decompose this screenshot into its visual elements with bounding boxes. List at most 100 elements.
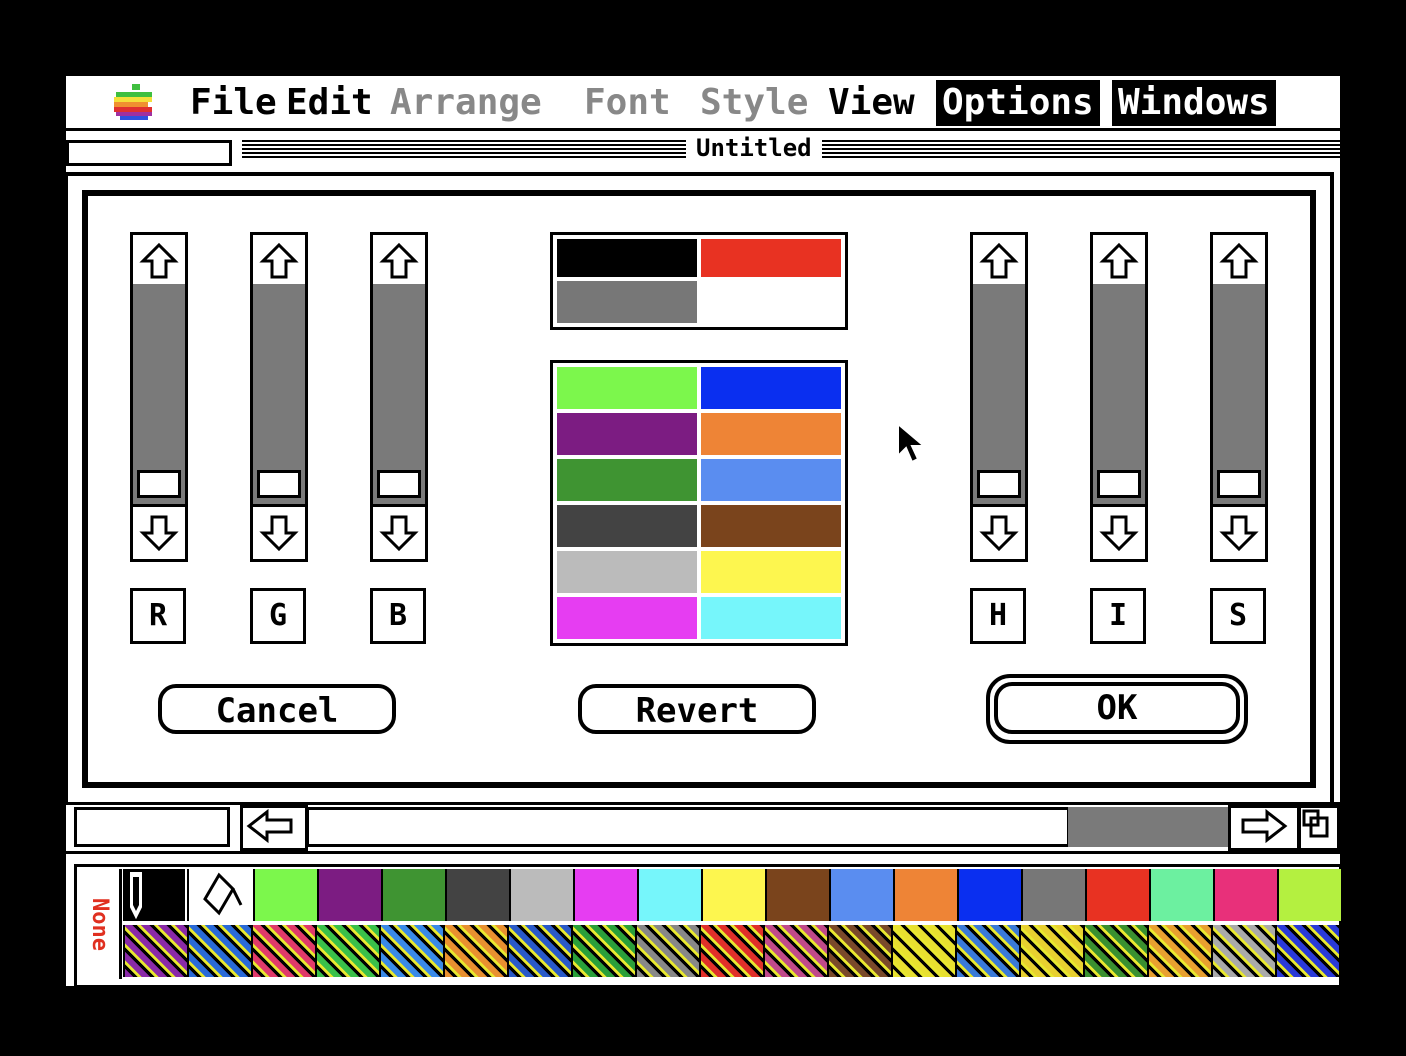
cancel-button[interactable]: Cancel bbox=[158, 684, 396, 734]
scroll-right-arrow-icon[interactable] bbox=[1228, 805, 1300, 851]
palette-swatch[interactable] bbox=[701, 459, 841, 501]
palette-color-swatch[interactable] bbox=[445, 869, 509, 921]
palette-color-swatch[interactable] bbox=[317, 869, 381, 921]
palette-pattern-swatch[interactable] bbox=[1275, 925, 1339, 977]
palette-swatch[interactable] bbox=[557, 413, 697, 455]
slider-track[interactable] bbox=[250, 284, 308, 504]
revert-button[interactable]: Revert bbox=[578, 684, 816, 734]
up-arrow-icon[interactable] bbox=[970, 232, 1028, 290]
palette-pattern-swatch[interactable] bbox=[1083, 925, 1147, 977]
palette-color-swatch[interactable] bbox=[1149, 869, 1213, 921]
palette-pattern-swatch[interactable] bbox=[251, 925, 315, 977]
scroll-thumb[interactable] bbox=[1068, 807, 1228, 847]
up-arrow-icon[interactable] bbox=[1090, 232, 1148, 290]
label-b[interactable]: B bbox=[370, 588, 426, 644]
slider-i[interactable] bbox=[1090, 232, 1148, 562]
pen-tool[interactable] bbox=[123, 869, 185, 921]
label-i[interactable]: I bbox=[1090, 588, 1146, 644]
slider-track[interactable] bbox=[130, 284, 188, 504]
down-arrow-icon[interactable] bbox=[130, 504, 188, 562]
palette-color-swatch[interactable] bbox=[637, 869, 701, 921]
scroll-left-arrow-icon[interactable] bbox=[240, 805, 308, 851]
palette-color-swatch[interactable] bbox=[573, 869, 637, 921]
palette-color-swatch[interactable] bbox=[1213, 869, 1277, 921]
palette-pattern-swatch[interactable] bbox=[891, 925, 955, 977]
slider-thumb[interactable] bbox=[257, 470, 301, 498]
down-arrow-icon[interactable] bbox=[970, 504, 1028, 562]
palette-swatch[interactable] bbox=[701, 551, 841, 593]
palette-color-swatch[interactable] bbox=[1085, 869, 1149, 921]
palette-swatch[interactable] bbox=[701, 413, 841, 455]
palette-pattern-swatch[interactable] bbox=[1019, 925, 1083, 977]
down-arrow-icon[interactable] bbox=[1090, 504, 1148, 562]
palette-pattern-swatch[interactable] bbox=[763, 925, 827, 977]
slider-s[interactable] bbox=[1210, 232, 1268, 562]
palette-pattern-swatch[interactable] bbox=[635, 925, 699, 977]
palette-pattern-swatch[interactable] bbox=[1147, 925, 1211, 977]
palette-color-swatch[interactable] bbox=[701, 869, 765, 921]
menu-windows[interactable]: Windows bbox=[1112, 80, 1276, 126]
palette-pattern-swatch[interactable] bbox=[379, 925, 443, 977]
palette-color-swatch[interactable] bbox=[253, 869, 317, 921]
palette-color-swatch[interactable] bbox=[893, 869, 957, 921]
up-arrow-icon[interactable] bbox=[1210, 232, 1268, 290]
ok-button[interactable]: OK bbox=[986, 674, 1248, 744]
label-h[interactable]: H bbox=[970, 588, 1026, 644]
palette-pattern-swatch[interactable] bbox=[187, 925, 251, 977]
window-title-bar[interactable]: Untitled bbox=[66, 134, 1340, 166]
slider-track[interactable] bbox=[1090, 284, 1148, 504]
down-arrow-icon[interactable] bbox=[370, 504, 428, 562]
menu-style[interactable]: Style bbox=[694, 80, 814, 126]
menu-edit[interactable]: Edit bbox=[280, 80, 379, 126]
palette-pattern-swatch[interactable] bbox=[507, 925, 571, 977]
palette-pattern-swatch[interactable] bbox=[315, 925, 379, 977]
slider-r[interactable] bbox=[130, 232, 188, 562]
palette-pattern-swatch[interactable] bbox=[699, 925, 763, 977]
menu-options[interactable]: Options bbox=[936, 80, 1100, 126]
slider-thumb[interactable] bbox=[977, 470, 1021, 498]
up-arrow-icon[interactable] bbox=[370, 232, 428, 290]
palette-color-swatch[interactable] bbox=[829, 869, 893, 921]
apple-menu-icon[interactable] bbox=[112, 84, 156, 120]
label-s[interactable]: S bbox=[1210, 588, 1266, 644]
slider-thumb[interactable] bbox=[137, 470, 181, 498]
palette-swatch[interactable] bbox=[701, 597, 841, 639]
palette-swatch[interactable] bbox=[557, 505, 697, 547]
palette-pattern-swatch[interactable] bbox=[1211, 925, 1275, 977]
none-swatch[interactable]: None bbox=[79, 869, 122, 979]
palette-pattern-swatch[interactable] bbox=[955, 925, 1019, 977]
slider-track[interactable] bbox=[370, 284, 428, 504]
palette-swatch[interactable] bbox=[701, 367, 841, 409]
slider-thumb[interactable] bbox=[1217, 470, 1261, 498]
label-g[interactable]: G bbox=[250, 588, 306, 644]
size-box-icon[interactable] bbox=[1298, 805, 1340, 851]
menu-arrange[interactable]: Arrange bbox=[384, 80, 548, 126]
palette-swatch[interactable] bbox=[701, 505, 841, 547]
palette-swatch[interactable] bbox=[557, 597, 697, 639]
up-arrow-icon[interactable] bbox=[130, 232, 188, 290]
down-arrow-icon[interactable] bbox=[250, 504, 308, 562]
slider-h[interactable] bbox=[970, 232, 1028, 562]
palette-swatch[interactable] bbox=[557, 367, 697, 409]
palette-color-swatch[interactable] bbox=[765, 869, 829, 921]
palette-pattern-swatch[interactable] bbox=[827, 925, 891, 977]
menu-view[interactable]: View bbox=[822, 80, 921, 126]
palette-color-swatch[interactable] bbox=[1021, 869, 1085, 921]
palette-pattern-swatch[interactable] bbox=[443, 925, 507, 977]
fill-tool[interactable] bbox=[187, 869, 251, 921]
menu-font[interactable]: Font bbox=[578, 80, 677, 126]
palette-swatch[interactable] bbox=[557, 551, 697, 593]
palette-pattern-swatch[interactable] bbox=[571, 925, 635, 977]
palette-color-swatch[interactable] bbox=[509, 869, 573, 921]
slider-track[interactable] bbox=[1210, 284, 1268, 504]
palette-swatch[interactable] bbox=[557, 459, 697, 501]
palette-color-swatch[interactable] bbox=[381, 869, 445, 921]
slider-track[interactable] bbox=[970, 284, 1028, 504]
down-arrow-icon[interactable] bbox=[1210, 504, 1268, 562]
palette-color-swatch[interactable] bbox=[1277, 869, 1341, 921]
palette-pattern-swatch[interactable] bbox=[123, 925, 187, 977]
up-arrow-icon[interactable] bbox=[250, 232, 308, 290]
palette-color-swatch[interactable] bbox=[957, 869, 1021, 921]
menu-file[interactable]: File bbox=[184, 80, 283, 126]
scroll-track[interactable] bbox=[306, 807, 1070, 847]
